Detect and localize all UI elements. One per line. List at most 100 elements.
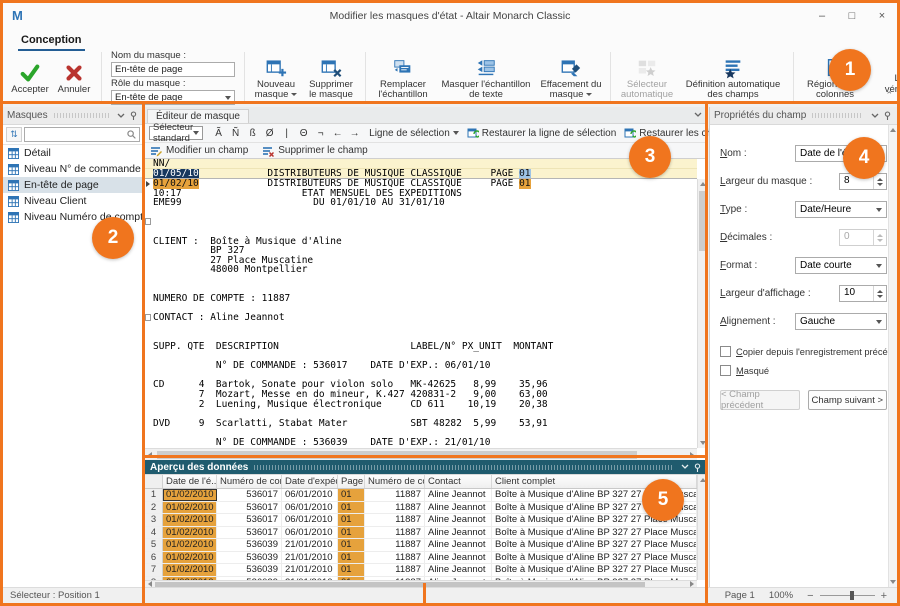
ribbon-collapse-icon[interactable]: ⌃ [885, 90, 893, 101]
table-cell[interactable]: 01 [338, 527, 365, 539]
grid-column-header[interactable]: Date d'expédi... [282, 475, 338, 488]
table-cell[interactable]: 11887 [365, 514, 425, 526]
table-cell[interactable]: 11887 [365, 502, 425, 514]
report-line[interactable]: 48000 Montpellier [145, 265, 697, 275]
trap-character-button[interactable]: Ñ [229, 128, 242, 139]
table-cell[interactable]: Boîte à Musique d'Aline BP 327 27 Place … [492, 502, 697, 514]
report-line[interactable]: N° DE COMMANDE : 536039 DATE D'EXP.: 21/… [145, 438, 697, 448]
table-cell[interactable]: Boîte à Musique d'Aline BP 327 27 Place … [492, 489, 697, 501]
zoom-out-icon[interactable]: − [807, 590, 813, 602]
table-cell[interactable]: Boîte à Musique d'Aline BP 327 27 Place … [492, 552, 697, 564]
sidebar-item-mask[interactable]: Détail [3, 145, 143, 161]
format-select[interactable]: Date courte [795, 257, 887, 274]
table-cell[interactable]: Aline Jeannot [425, 564, 492, 576]
zoom-slider-track[interactable] [820, 595, 875, 596]
spinner-arrows-icon[interactable] [873, 286, 886, 301]
report-line[interactable]: DVD 9 Scarlatti, Stabat Mater SBT 48282 … [145, 419, 697, 429]
replace-sample-button[interactable]: Remplacer l'échantillon [371, 54, 435, 102]
table-cell[interactable]: 06/01/2010 [282, 489, 338, 501]
chevron-down-icon[interactable] [869, 110, 881, 122]
table-cell[interactable]: Aline Jeannot [425, 489, 492, 501]
table-row[interactable]: 201/02/201053601706/01/20100111887Aline … [145, 502, 708, 515]
table-cell[interactable]: 4 [145, 527, 163, 539]
trap-character-button[interactable]: Ã [212, 128, 225, 139]
table-cell[interactable]: 06/01/2010 [282, 514, 338, 526]
trap-character-button[interactable]: | [280, 128, 293, 139]
cancel-button[interactable]: Annuler [52, 59, 96, 97]
table-cell[interactable]: 6 [145, 552, 163, 564]
mask-role-select[interactable]: En-tête de page [111, 90, 235, 105]
report-line[interactable] [145, 323, 697, 333]
restore-selection-line-button[interactable]: Restaurer la ligne de sélection [467, 127, 617, 139]
editor-vertical-scrollbar[interactable] [697, 179, 708, 448]
editor-horizontal-scrollbar[interactable] [145, 448, 697, 460]
properties-scrollbar[interactable] [888, 125, 897, 587]
table-cell[interactable]: 01/02/2010 [163, 564, 217, 576]
clear-mask-button[interactable]: Effacement du masque [537, 54, 605, 102]
table-cell[interactable]: Aline Jeannot [425, 552, 492, 564]
table-cell[interactable]: Aline Jeannot [425, 502, 492, 514]
table-cell[interactable]: 2 [145, 502, 163, 514]
table-cell[interactable]: 06/01/2010 [282, 502, 338, 514]
copy-previous-checkbox[interactable] [720, 346, 731, 357]
mask-width-stepper[interactable]: 8 [839, 173, 887, 190]
table-cell[interactable]: 01/02/2010 [163, 552, 217, 564]
table-cell[interactable]: Boîte à Musique d'Aline BP 327 27 Place … [492, 539, 697, 551]
table-cell[interactable]: Aline Jeannot [425, 527, 492, 539]
grid-column-header[interactable] [145, 475, 163, 488]
grid-column-header[interactable]: Contact [425, 475, 492, 488]
alignment-select[interactable]: Gauche [795, 313, 887, 330]
table-cell[interactable]: 1 [145, 489, 163, 501]
selector-dropdown[interactable]: Sélecteur standard [149, 126, 203, 140]
multi-column-region-button[interactable]: Région multi-colonnes [799, 54, 871, 102]
field-type-select[interactable]: Date/Heure [795, 201, 887, 218]
table-cell[interactable]: 01 [338, 514, 365, 526]
grid-column-header[interactable]: Numéro de co... [365, 475, 425, 488]
table-cell[interactable]: 536017 [217, 527, 282, 539]
delete-mask-button[interactable]: Supprimer le masque [302, 54, 360, 102]
report-line[interactable]: EME99 DU 01/01/10 AU 31/01/10 [145, 198, 697, 208]
report-text-area[interactable]: ÑÑ/01/05/10 DISTRIBUTEURS DE MUSIQUE CLA… [145, 159, 697, 448]
grid-column-header[interactable]: Date de l'é... [163, 475, 217, 488]
grid-vertical-scrollbar[interactable] [697, 475, 708, 580]
pin-icon[interactable] [127, 110, 139, 122]
chevron-down-icon[interactable] [694, 110, 702, 120]
tab-conception[interactable]: Conception [18, 32, 85, 51]
table-cell[interactable]: 536039 [217, 564, 282, 576]
table-cell[interactable]: 21/01/2010 [282, 539, 338, 551]
table-row[interactable]: 701/02/201053603921/01/20100111887Aline … [145, 564, 708, 577]
accept-button[interactable]: Accepter [8, 59, 52, 97]
table-cell[interactable]: 01 [338, 502, 365, 514]
table-cell[interactable]: 01 [338, 552, 365, 564]
table-cell[interactable]: 01 [338, 564, 365, 576]
grid-column-header[interactable]: Page [338, 475, 365, 488]
table-cell[interactable]: Boîte à Musique d'Aline BP 327 27 Place … [492, 514, 697, 526]
table-cell[interactable]: 01/02/2010 [163, 514, 217, 526]
hidden-checkbox[interactable] [720, 365, 731, 376]
mask-name-input[interactable]: En-tête de page [111, 62, 235, 77]
table-row[interactable]: 601/02/201053603921/01/20100111887Aline … [145, 552, 708, 565]
spinner-arrows-icon[interactable] [873, 174, 886, 189]
table-cell[interactable]: Boîte à Musique d'Aline BP 327 27 Place … [492, 527, 697, 539]
trap-character-button[interactable]: → [348, 128, 361, 139]
report-line[interactable]: CONTACT : Aline Jeannot [145, 313, 697, 323]
pin-icon[interactable] [881, 110, 893, 122]
table-cell[interactable]: 11887 [365, 539, 425, 551]
field-name-input[interactable]: Date de l'état [795, 145, 887, 162]
trap-character-button[interactable]: Ø [263, 128, 276, 139]
table-cell[interactable]: 7 [145, 564, 163, 576]
table-cell[interactable]: 01 [338, 489, 365, 501]
table-cell[interactable]: Boîte à Musique d'Aline BP 327 27 Place … [492, 564, 697, 576]
modify-field-button[interactable]: Modifier un champ [150, 145, 248, 157]
auto-define-fields-button[interactable]: Définition automatique des champs [678, 54, 788, 102]
mask-sample-text-button[interactable]: Masquer l'échantillon de texte [435, 54, 537, 102]
grid-column-header[interactable]: Numéro de com... [217, 475, 282, 488]
trap-character-button[interactable]: ← [331, 128, 344, 139]
table-cell[interactable]: 536017 [217, 502, 282, 514]
sidebar-item-mask[interactable]: Niveau N° de commande [3, 161, 143, 177]
table-cell[interactable]: Aline Jeannot [425, 514, 492, 526]
table-cell[interactable]: 21/01/2010 [282, 552, 338, 564]
report-line[interactable] [145, 217, 697, 227]
sidebar-item-mask[interactable]: Niveau Client [3, 193, 143, 209]
table-row[interactable]: 401/02/201053601706/01/20100111887Aline … [145, 527, 708, 540]
